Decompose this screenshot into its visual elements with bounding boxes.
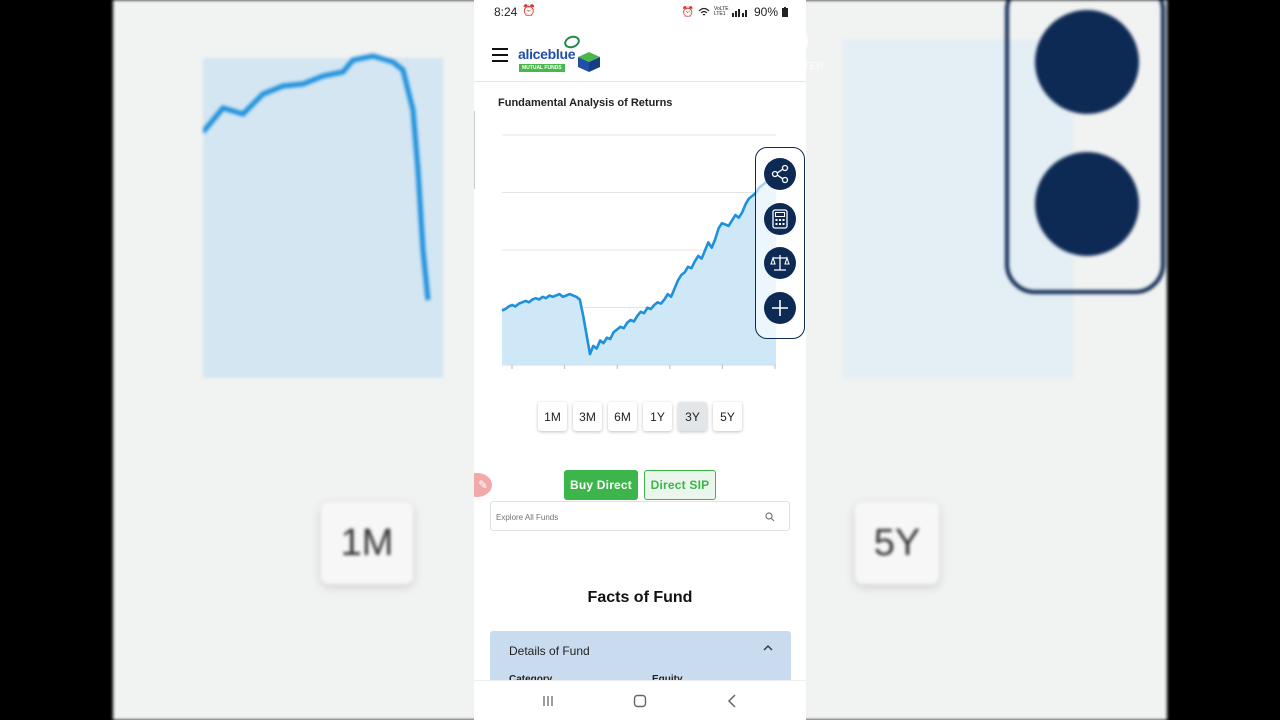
recent-apps-icon[interactable] <box>540 693 556 709</box>
returns-chart[interactable] <box>500 133 780 373</box>
range-button-6m[interactable]: 6M <box>608 402 637 431</box>
search-icon[interactable] <box>765 512 775 522</box>
fund-detail-content: Fundamental Analysis of Returns 1M 3M 6M… <box>474 83 806 691</box>
plus-icon <box>772 300 788 316</box>
quick-actions-panel <box>755 147 805 339</box>
backdrop-scale-fab <box>1035 10 1139 114</box>
backdrop-chart-line <box>203 53 431 301</box>
backdrop-range-tile-5y: 5Y <box>855 502 939 584</box>
app-bar: aliceblue MUTUAL FUNDS <box>474 24 806 82</box>
edit-fab[interactable]: ✎ <box>474 473 492 497</box>
pencil-icon: ✎ <box>477 478 488 492</box>
menu-icon[interactable] <box>492 48 508 62</box>
range-button-3m[interactable]: 3M <box>573 402 602 431</box>
add-fab[interactable] <box>764 292 796 324</box>
chart-section-title: Fundamental Analysis of Returns <box>498 97 673 109</box>
scale-icon <box>770 255 790 271</box>
network-label: VoLTE LTE1 <box>713 6 729 17</box>
home-icon[interactable] <box>632 693 648 709</box>
alarm-status-icon: ⏰ <box>681 6 694 18</box>
status-right: ⏰ VoLTE LTE1 90% <box>682 5 788 19</box>
signal-icon <box>731 9 747 17</box>
status-time: 8:24 <box>494 5 518 19</box>
chart-area-fill <box>502 160 776 365</box>
search-input[interactable] <box>496 509 756 525</box>
share-fab[interactable] <box>764 158 796 190</box>
range-button-1y[interactable]: 1Y <box>643 402 672 431</box>
alarm-icon: ⏰ <box>522 5 536 17</box>
chart-x-ticks <box>502 364 776 369</box>
range-button-3y[interactable]: 3Y <box>678 402 707 431</box>
search-bar <box>490 501 790 531</box>
calculator-icon <box>772 209 788 229</box>
buy-direct-button[interactable]: Buy Direct <box>564 470 638 500</box>
chart-frame-edge <box>474 111 477 189</box>
logo-cube-icon <box>578 52 600 72</box>
share-icon <box>771 164 789 184</box>
battery-percent: 90% <box>753 5 778 19</box>
direct-sip-button[interactable]: Direct SIP <box>644 470 716 500</box>
battery-icon <box>782 7 788 17</box>
brand-tagline: MUTUAL FUNDS <box>519 64 565 72</box>
compare-fab[interactable] <box>764 247 796 279</box>
range-button-1m[interactable]: 1M <box>538 402 567 431</box>
system-nav-bar <box>474 680 806 720</box>
calculator-fab[interactable] <box>764 203 796 235</box>
facts-of-fund-heading: Facts of Fund <box>587 589 693 606</box>
backdrop-plus-fab <box>1035 152 1139 256</box>
wifi-icon <box>698 7 710 16</box>
chevron-up-icon[interactable] <box>763 643 773 653</box>
phone-screen: 8:24 ⏰ ⏰ VoLTE LTE1 90% aliceblue MUTUAL… <box>474 0 806 720</box>
range-button-5y[interactable]: 5Y <box>713 402 742 431</box>
status-bar: 8:24 ⏰ ⏰ VoLTE LTE1 90% <box>474 0 806 24</box>
accordion-label: Details of Fund <box>509 644 590 658</box>
aliceblue-logo[interactable]: aliceblue MUTUAL FUNDS <box>518 33 602 74</box>
time-range-selector: 1M 3M 6M 1Y 3Y 5Y <box>538 402 742 431</box>
back-icon[interactable] <box>725 693 741 709</box>
backdrop-range-tile-1m: 1M <box>321 502 413 584</box>
brand-name: aliceblue <box>518 46 576 62</box>
